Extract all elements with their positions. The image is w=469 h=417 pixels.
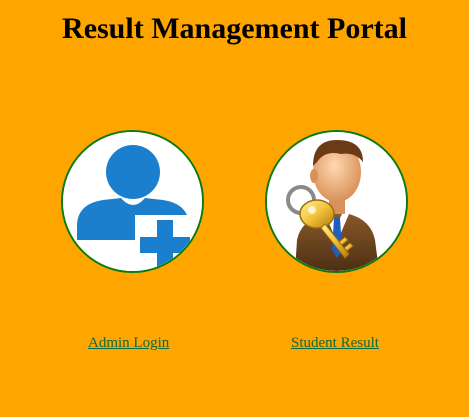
page-title: Result Management Portal bbox=[62, 12, 407, 45]
student-result-card[interactable] bbox=[265, 130, 408, 273]
admin-login-link[interactable]: Admin Login bbox=[88, 335, 169, 352]
student-key-icon bbox=[267, 132, 406, 271]
admin-login-card[interactable] bbox=[61, 130, 204, 273]
student-result-link[interactable]: Student Result bbox=[291, 335, 379, 352]
admin-user-plus-icon bbox=[63, 132, 202, 271]
